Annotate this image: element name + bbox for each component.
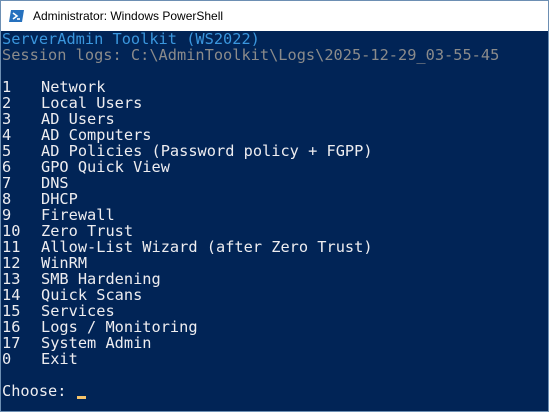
menu-item: 3 AD Users (2, 111, 548, 127)
menu-item: 17 System Admin (2, 335, 548, 351)
powershell-icon (9, 10, 24, 22)
menu-item-number: 10 (2, 222, 21, 240)
menu-item: 6 GPO Quick View (2, 159, 548, 175)
menu-item-label: AD Policies (Password policy + FGPP) (41, 142, 373, 160)
menu-item-label: AD Computers (41, 126, 152, 144)
menu-item: 14 Quick Scans (2, 287, 548, 303)
menu-item-label: AD Users (41, 110, 115, 128)
menu-item-number: 6 (2, 158, 12, 176)
session-logs-line: Session logs: C:\AdminToolkit\Logs\2025-… (2, 46, 500, 64)
menu-item: 10 Zero Trust (2, 223, 548, 239)
menu-item-number: 17 (2, 334, 21, 352)
menu-list: 1 Network 2 Local Users 3 AD Users 4 AD Compute… (2, 79, 548, 367)
menu-item-number: 0 (2, 350, 12, 368)
menu-item-number: 8 (2, 190, 12, 208)
menu-item: 0 Exit (2, 351, 548, 367)
menu-item-label: Quick Scans (41, 286, 143, 304)
menu-item-label: GPO Quick View (41, 158, 170, 176)
menu-item-label: WinRM (41, 254, 88, 272)
powershell-window: Administrator: Windows PowerShell Server… (0, 0, 549, 412)
menu-item-label: DNS (41, 174, 69, 192)
menu-item-label: SMB Hardening (41, 270, 161, 288)
menu-item: 11 Allow-List Wizard (after Zero Trust) (2, 239, 548, 255)
menu-item-label: Local Users (41, 94, 143, 112)
menu-item-number: 5 (2, 142, 12, 160)
menu-item: 9 Firewall (2, 207, 548, 223)
menu-item: 15 Services (2, 303, 548, 319)
menu-item-number: 16 (2, 318, 21, 336)
menu-item-number: 1 (2, 78, 12, 96)
menu-item: 5 AD Policies (Password policy + FGPP) (2, 143, 548, 159)
menu-item: 16 Logs / Monitoring (2, 319, 548, 335)
menu-item-number: 4 (2, 126, 12, 144)
menu-item-label: Services (41, 302, 115, 320)
menu-item: 1 Network (2, 79, 548, 95)
menu-item-number: 11 (2, 238, 21, 256)
menu-item: 2 Local Users (2, 95, 548, 111)
menu-item-number: 7 (2, 174, 12, 192)
menu-item: 4 AD Computers (2, 127, 548, 143)
console-area[interactable]: ServerAdmin Toolkit (WS2022) Session log… (2, 31, 548, 411)
menu-item-number: 13 (2, 270, 21, 288)
toolkit-header: ServerAdmin Toolkit (WS2022) (2, 31, 260, 48)
menu-item-number: 12 (2, 254, 21, 272)
menu-item-label: Allow-List Wizard (after Zero Trust) (41, 238, 373, 256)
prompt-line[interactable]: Choose: (2, 383, 548, 399)
menu-item-label: System Admin (41, 334, 152, 352)
prompt-label: Choose: (2, 382, 76, 400)
menu-item-label: Exit (41, 350, 78, 368)
menu-item: 7 DNS (2, 175, 548, 191)
menu-item-label: Firewall (41, 206, 115, 224)
window-title: Administrator: Windows PowerShell (33, 9, 224, 23)
text-cursor (76, 396, 86, 399)
menu-item-number: 2 (2, 94, 12, 112)
menu-item-number: 15 (2, 302, 21, 320)
menu-item-label: Zero Trust (41, 222, 134, 240)
menu-item-number: 9 (2, 206, 12, 224)
menu-item-label: Network (41, 78, 106, 96)
title-bar[interactable]: Administrator: Windows PowerShell (1, 1, 548, 31)
menu-item-number: 14 (2, 286, 21, 304)
menu-item: 13 SMB Hardening (2, 271, 548, 287)
menu-item: 12 WinRM (2, 255, 548, 271)
menu-item: 8 DHCP (2, 191, 548, 207)
menu-item-label: Logs / Monitoring (41, 318, 198, 336)
menu-item-number: 3 (2, 110, 12, 128)
menu-item-label: DHCP (41, 190, 78, 208)
